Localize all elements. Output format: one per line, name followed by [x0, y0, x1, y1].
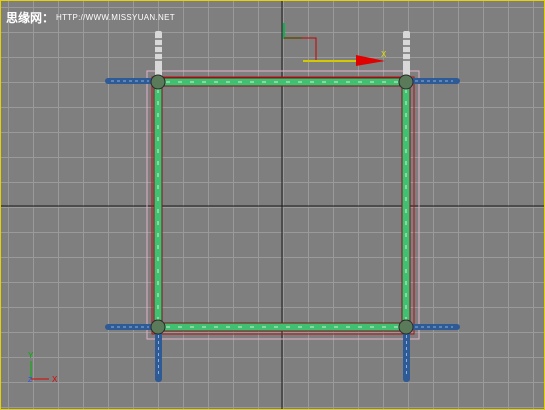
post-bottom-right[interactable] — [403, 330, 410, 382]
bar-right-top[interactable] — [410, 78, 460, 84]
post-bottom-left[interactable] — [155, 330, 162, 382]
transform-gizmo[interactable]: X — [283, 23, 387, 66]
watermark: 思缘网： HTTP://WWW.MISSYUAN.NET — [6, 10, 175, 26]
frame-left-rail[interactable] — [153, 82, 163, 328]
frame-top-rail[interactable] — [158, 77, 408, 87]
tripod-y-label: Y — [28, 351, 34, 360]
joint-bottom-right[interactable] — [398, 319, 414, 335]
post-top-right[interactable] — [403, 31, 410, 81]
post-top-left[interactable] — [155, 31, 162, 81]
bar-left-top[interactable] — [105, 78, 155, 84]
gizmo-x-label: X — [381, 50, 387, 59]
bar-left-bottom[interactable] — [105, 324, 155, 330]
viewport-canvas[interactable]: X Y Z X — [1, 1, 545, 410]
top-viewport[interactable]: X Y Z X 思缘网： HTTP://WWW.MISSYUAN.NET — [0, 0, 545, 410]
frame-bottom-rail[interactable] — [158, 322, 408, 332]
frame-right-rail[interactable] — [401, 82, 411, 328]
tripod-x-label: X — [52, 375, 58, 384]
bar-right-bottom[interactable] — [410, 324, 460, 330]
watermark-site-name: 思缘网： — [6, 11, 55, 25]
joint-bottom-left[interactable] — [150, 319, 166, 335]
tripod-z-label: Z — [28, 377, 33, 384]
watermark-url: HTTP://WWW.MISSYUAN.NET — [56, 13, 175, 22]
axis-tripod: Y Z X — [28, 351, 58, 384]
joint-top-left[interactable] — [150, 74, 166, 90]
gizmo-plane-handle[interactable] — [284, 37, 317, 61]
joint-top-right[interactable] — [398, 74, 414, 90]
bounding-box-outer — [146, 70, 420, 340]
